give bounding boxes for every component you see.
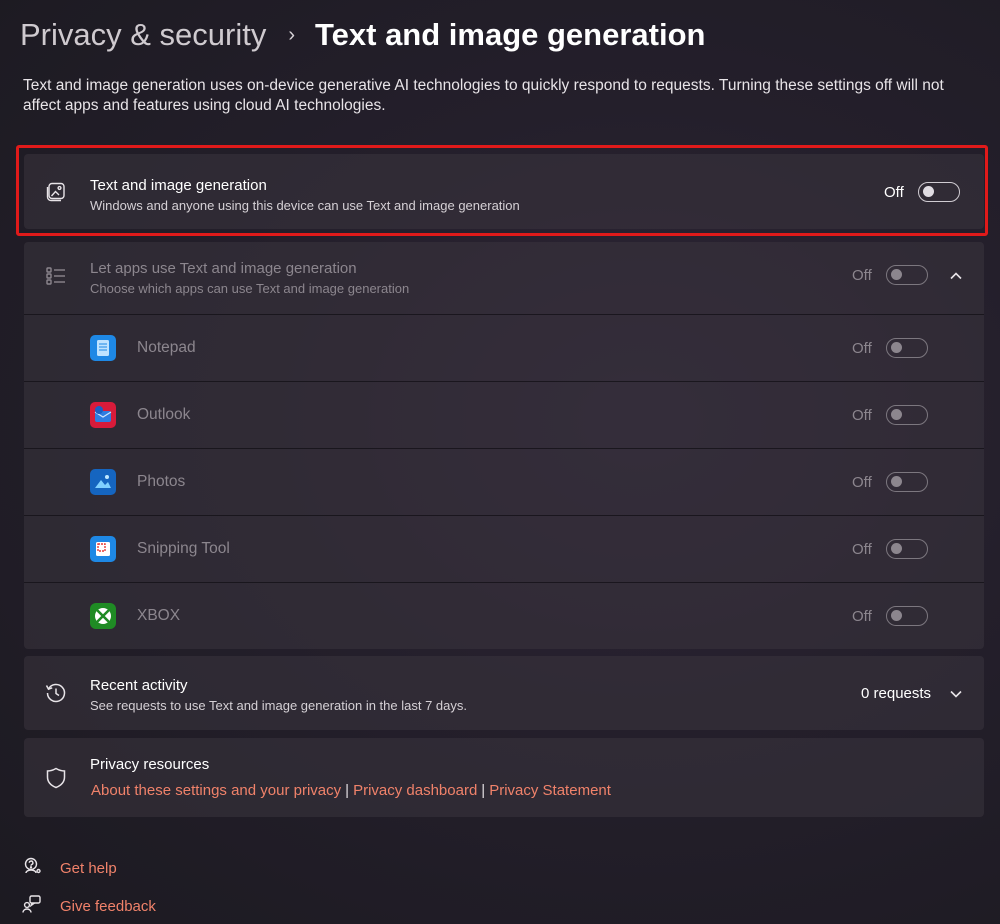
get-help-label: Get help (60, 860, 117, 877)
toggle-knob (890, 610, 902, 621)
apps-setting-subtitle: Choose which apps can use Text and image… (90, 281, 410, 296)
toggle-knob (890, 269, 902, 280)
chevron-right-icon: › (288, 23, 296, 46)
recent-activity-subtitle: See requests to use Text and image gener… (90, 698, 467, 713)
chevron-down-icon[interactable] (948, 686, 964, 707)
toggle-knob (890, 342, 902, 353)
highlight-box (16, 145, 988, 236)
apps-setting-toggle[interactable] (885, 265, 928, 285)
app-row-photos: Photos Off (24, 448, 984, 515)
app-state: Off (852, 607, 872, 625)
snipping-tool-icon (90, 536, 116, 562)
notepad-toggle[interactable] (885, 338, 928, 358)
xbox-toggle[interactable] (885, 606, 928, 626)
app-state: Off (852, 540, 872, 558)
app-state: Off (852, 339, 872, 357)
app-row-outlook: Outlook Off (24, 381, 984, 448)
give-feedback-link[interactable]: Give feedback (22, 894, 156, 919)
app-row-xbox: XBOX Off (24, 582, 984, 649)
app-row-snipping-tool: Snipping Tool Off (24, 515, 984, 582)
outlook-icon (90, 402, 116, 428)
photos-toggle[interactable] (885, 472, 928, 492)
request-count: 0 requests (861, 685, 932, 702)
get-help-link[interactable]: Get help (22, 856, 117, 881)
notepad-icon (90, 335, 116, 361)
apps-setting-state: Off (852, 266, 872, 284)
breadcrumb-privacy-security[interactable]: Privacy & security (20, 17, 266, 53)
privacy-statement-link[interactable]: Privacy Statement (489, 782, 611, 799)
app-name: Photos (137, 473, 186, 490)
recent-activity-title: Recent activity (90, 677, 188, 694)
privacy-resources-card: Privacy resources About these settings a… (24, 738, 984, 817)
apps-setting-header[interactable]: Let apps use Text and image generation C… (24, 242, 984, 314)
app-name: Outlook (137, 406, 191, 423)
snipping-tool-toggle[interactable] (885, 539, 928, 559)
outlook-toggle[interactable] (885, 405, 928, 425)
privacy-dashboard-link[interactable]: Privacy dashboard (353, 782, 477, 799)
page-title: Text and image generation (315, 17, 706, 52)
app-state: Off (852, 406, 872, 424)
xbox-icon (90, 603, 116, 629)
help-icon (22, 856, 42, 881)
recent-activity-card[interactable]: Recent activity See requests to use Text… (24, 656, 984, 730)
link-separator: | (481, 782, 486, 799)
photos-icon (90, 469, 116, 495)
give-feedback-label: Give feedback (60, 898, 156, 915)
app-name: Notepad (137, 339, 196, 356)
app-state: Off (852, 473, 872, 491)
app-name: XBOX (137, 607, 181, 624)
toggle-knob (890, 543, 902, 554)
list-icon (44, 264, 68, 288)
apps-setting-title: Let apps use Text and image generation (90, 260, 357, 277)
apps-setting-card: Let apps use Text and image generation C… (24, 242, 984, 649)
privacy-resources-title: Privacy resources (90, 756, 210, 773)
page-description: Text and image generation uses on-device… (23, 77, 944, 114)
history-icon (44, 681, 68, 705)
app-name: Snipping Tool (137, 540, 230, 557)
feedback-icon (22, 894, 42, 919)
link-separator: | (345, 782, 350, 799)
toggle-knob (890, 409, 902, 420)
about-settings-link[interactable]: About these settings and your privacy (91, 782, 341, 799)
chevron-up-icon[interactable] (948, 268, 964, 289)
toggle-knob (890, 476, 902, 487)
app-row-notepad: Notepad Off (24, 314, 984, 381)
breadcrumb: Privacy & security › Text and image gene… (20, 14, 705, 56)
shield-icon (44, 766, 68, 790)
